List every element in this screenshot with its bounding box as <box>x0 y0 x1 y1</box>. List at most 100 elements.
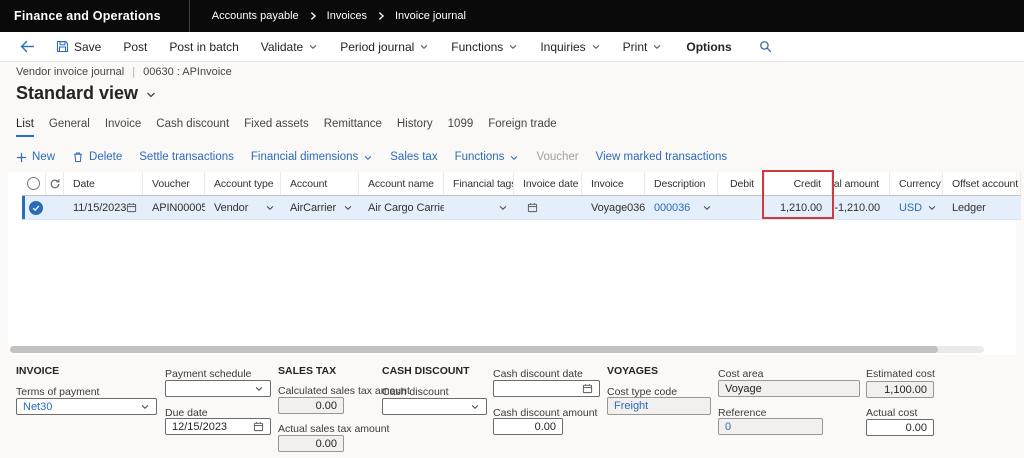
due-date-field[interactable]: 12/15/2023 <box>165 418 271 435</box>
validate-menu[interactable]: Validate <box>250 32 329 61</box>
cell-date[interactable]: 11/15/2023 <box>64 196 143 219</box>
sales-tax-button[interactable]: Sales tax <box>390 151 437 163</box>
terms-of-payment-select[interactable]: Net30 <box>16 398 157 415</box>
tab-fixed-assets[interactable]: Fixed assets <box>244 118 309 137</box>
new-button[interactable]: New <box>16 151 55 163</box>
tab-list[interactable]: List <box>16 118 34 137</box>
chevron-right-icon <box>376 11 386 21</box>
scrollbar-thumb[interactable] <box>10 346 938 353</box>
cash-discount-select[interactable] <box>382 398 487 415</box>
tab-remittance[interactable]: Remittance <box>324 118 382 137</box>
tab-general[interactable]: General <box>49 118 90 137</box>
tab-invoice[interactable]: Invoice <box>105 118 141 137</box>
inquiries-menu[interactable]: Inquiries <box>529 32 611 61</box>
chevron-down-icon[interactable] <box>927 203 937 213</box>
voyages-section-title: VOYAGES <box>607 365 658 377</box>
tab-foreign-trade[interactable]: Foreign trade <box>488 118 556 137</box>
cell-financial-tags[interactable] <box>444 196 514 219</box>
cell-description[interactable]: 000036 <box>645 196 718 219</box>
breadcrumb-invoice-journal[interactable]: Invoice journal <box>395 10 466 22</box>
estimated-cost-field: 1,100.00 <box>866 381 934 398</box>
cash-discount-date-label: Cash discount date <box>493 368 583 380</box>
period-journal-menu[interactable]: Period journal <box>329 32 440 61</box>
chevron-down-icon[interactable] <box>702 203 712 213</box>
search-icon[interactable] <box>759 40 772 53</box>
col-header-currency[interactable]: Currency <box>890 172 943 195</box>
horizontal-scrollbar[interactable] <box>10 346 984 353</box>
journal-id-label: 00630 : APInvoice <box>143 66 232 78</box>
cash-discount-amount-field[interactable]: 0.00 <box>493 418 563 435</box>
col-header-credit[interactable]: Credit <box>765 172 832 195</box>
cell-credit[interactable]: 1,210.00 <box>765 196 832 219</box>
print-menu[interactable]: Print <box>612 32 674 61</box>
invoice-section-title: INVOICE <box>16 365 59 377</box>
view-marked-transactions-button[interactable]: View marked transactions <box>596 151 727 163</box>
post-in-batch-button[interactable]: Post in batch <box>158 32 249 61</box>
functions-grid-menu[interactable]: Functions <box>455 151 520 163</box>
settle-transactions-button[interactable]: Settle transactions <box>139 151 234 163</box>
refresh-icon[interactable] <box>46 172 64 195</box>
cell-account-name[interactable]: Air Cargo Carrier <box>359 196 444 219</box>
cell-invoice-date[interactable] <box>514 196 582 219</box>
cell-account-type[interactable]: Vendor <box>205 196 281 219</box>
save-button[interactable]: Save <box>45 32 112 61</box>
tab-1099[interactable]: 1099 <box>448 118 474 137</box>
checked-circle-icon <box>29 201 43 215</box>
chevron-down-icon <box>508 42 518 52</box>
tab-history[interactable]: History <box>397 118 433 137</box>
col-header-invoice-date[interactable]: Invoice date <box>514 172 582 195</box>
save-icon <box>56 40 69 53</box>
voucher-button: Voucher <box>536 151 578 163</box>
col-header-voucher[interactable]: Voucher <box>143 172 205 195</box>
breadcrumb-accounts-payable[interactable]: Accounts payable <box>212 10 299 22</box>
chevron-down-icon[interactable] <box>265 203 275 213</box>
calendar-icon[interactable] <box>582 383 593 394</box>
col-header-offset-account-type[interactable]: Offset account type <box>943 172 1021 195</box>
table-row[interactable]: 11/15/2023 APIN000052 Vendor AirCarrier … <box>22 196 1021 220</box>
breadcrumb-invoices[interactable]: Invoices <box>327 10 367 22</box>
functions-menu[interactable]: Functions <box>440 32 529 61</box>
cash-discount-date-field[interactable] <box>493 380 600 397</box>
cell-currency[interactable]: USD <box>890 196 943 219</box>
tab-cash-discount[interactable]: Cash discount <box>156 118 229 137</box>
view-title[interactable]: Standard view <box>16 83 157 104</box>
options-button[interactable]: Options <box>673 32 744 61</box>
col-header-description[interactable]: Description <box>645 172 718 195</box>
calendar-icon[interactable] <box>253 421 264 432</box>
col-header-financial-tags[interactable]: Financial tags <box>444 172 514 195</box>
col-header-invoice[interactable]: Invoice <box>582 172 645 195</box>
chevron-down-icon[interactable] <box>343 203 353 213</box>
page-caption: Vendor invoice journal | 00630 : APInvoi… <box>16 66 232 78</box>
financial-dimensions-menu[interactable]: Financial dimensions <box>251 151 373 163</box>
chevron-down-icon[interactable] <box>498 203 508 213</box>
col-header-debit[interactable]: Debit <box>718 172 765 195</box>
col-header-account-type[interactable]: Account type <box>205 172 281 195</box>
cost-type-code-field: Freight <box>607 397 711 415</box>
app-title[interactable]: Finance and Operations <box>0 9 189 23</box>
cell-offset-account-type[interactable]: Ledger <box>943 196 1021 219</box>
col-header-total-amount[interactable]: Total amount <box>832 172 890 195</box>
payment-schedule-select[interactable] <box>165 380 271 397</box>
cash-discount-section-title: CASH DISCOUNT <box>382 365 470 377</box>
calendar-icon[interactable] <box>126 202 137 213</box>
cell-invoice[interactable]: Voyage036 <box>582 196 645 219</box>
chevron-down-icon <box>254 384 264 394</box>
actual-sales-tax-field: 0.00 <box>278 435 344 452</box>
actual-cost-field[interactable]: 0.00 <box>866 419 934 436</box>
cash-discount-label: Cash discount <box>382 386 449 398</box>
cell-total-amount[interactable]: -1,210.00 <box>832 196 890 219</box>
cell-debit[interactable] <box>718 196 765 219</box>
chevron-down-icon <box>652 42 662 52</box>
col-header-account-name[interactable]: Account name <box>359 172 444 195</box>
cell-account[interactable]: AirCarrier <box>281 196 359 219</box>
post-button[interactable]: Post <box>112 32 158 61</box>
col-header-account[interactable]: Account <box>281 172 359 195</box>
delete-button[interactable]: Delete <box>72 151 122 163</box>
col-header-date[interactable]: Date <box>64 172 143 195</box>
tab-strip: List General Invoice Cash discount Fixed… <box>16 118 557 137</box>
select-all-checkbox[interactable] <box>22 172 46 195</box>
row-checkbox[interactable] <box>22 196 46 219</box>
cell-voucher[interactable]: APIN000052 <box>143 196 205 219</box>
back-button[interactable] <box>10 40 45 53</box>
calendar-icon[interactable] <box>527 202 538 213</box>
